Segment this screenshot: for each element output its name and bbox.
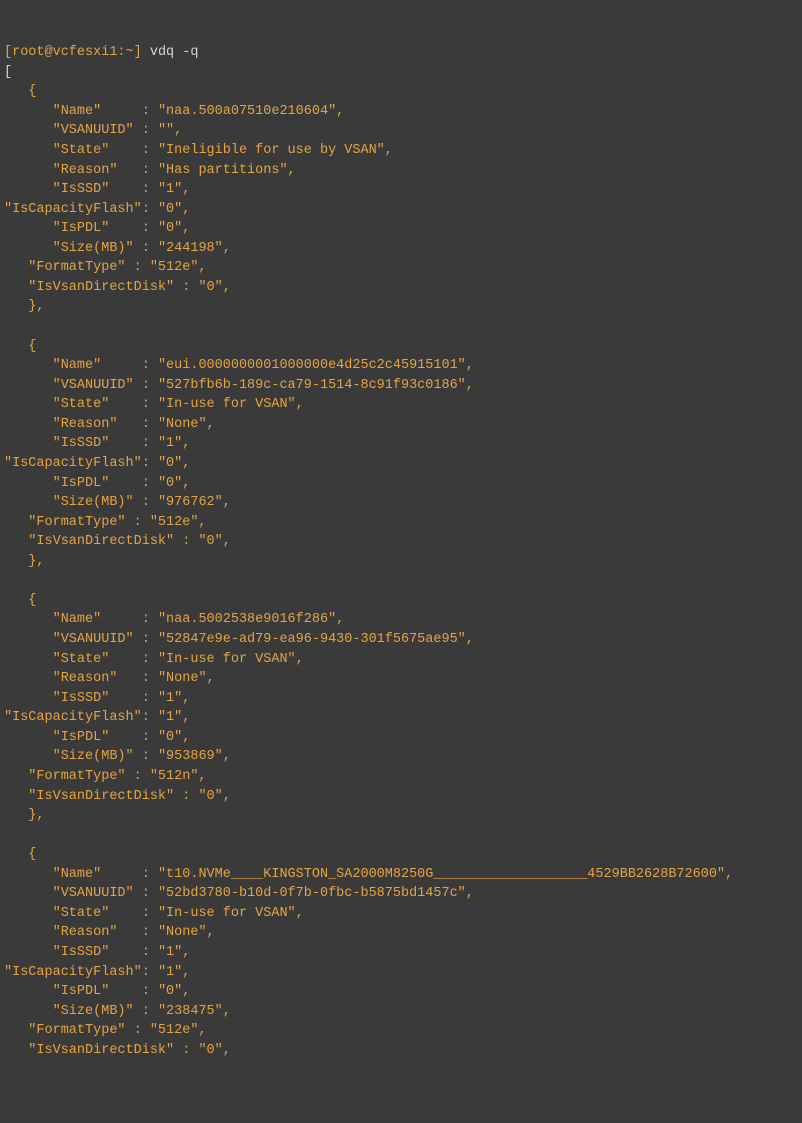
field-label-formattype: "FormatType" : xyxy=(4,769,150,784)
entry-open: { xyxy=(4,339,36,354)
field-label-name: "Name" : xyxy=(4,867,158,882)
field-value-formattype: "512e", xyxy=(150,515,207,530)
field-label-sizemb: "Size(MB)" : xyxy=(4,749,158,764)
field-value-sizemb: "244198", xyxy=(158,241,231,256)
field-value-state: "Ineligible for use by VSAN", xyxy=(158,143,393,158)
field-label-formattype: "FormatType" : xyxy=(4,260,150,275)
field-value-sizemb: "953869", xyxy=(158,749,231,764)
field-value-reason: "Has partitions", xyxy=(158,163,296,178)
shell-prompt: [root@vcfesxi1:~] xyxy=(4,45,142,60)
field-label-formattype: "FormatType" : xyxy=(4,515,150,530)
field-label-sizemb: "Size(MB)" : xyxy=(4,495,158,510)
field-label-isssd: "IsSSD" : xyxy=(4,436,158,451)
field-label-reason: "Reason" : xyxy=(4,163,158,178)
field-label-isvsandirect: "IsVsanDirectDisk" : xyxy=(4,534,198,549)
field-value-isssd: "1", xyxy=(158,436,190,451)
field-value-state: "In-use for VSAN", xyxy=(158,906,304,921)
field-value-sizemb: "976762", xyxy=(158,495,231,510)
field-value-ispdl: "0", xyxy=(158,984,190,999)
field-value-name: "naa.5002538e9016f286", xyxy=(158,612,344,627)
field-value-state: "In-use for VSAN", xyxy=(158,652,304,667)
field-value-formattype: "512n", xyxy=(150,769,207,784)
field-label-state: "State" : xyxy=(4,906,158,921)
field-value-name: "naa.500a07510e210604", xyxy=(158,104,344,119)
field-value-name: "t10.NVMe____KINGSTON_SA2000M8250G______… xyxy=(158,867,733,882)
field-value-isvsandirect: "0", xyxy=(198,1043,230,1058)
field-label-iscapflash: "IsCapacityFlash": xyxy=(4,202,158,217)
field-label-name: "Name" : xyxy=(4,358,158,373)
entry-close: }, xyxy=(4,554,45,569)
field-value-ispdl: "0", xyxy=(158,730,190,745)
field-label-ispdl: "IsPDL" : xyxy=(4,221,158,236)
field-value-isvsandirect: "0", xyxy=(198,789,230,804)
field-label-isvsandirect: "IsVsanDirectDisk" : xyxy=(4,1043,198,1058)
field-value-vsanuuid: "52bd3780-b10d-0f7b-0fbc-b5875bd1457c", xyxy=(158,886,474,901)
field-label-ispdl: "IsPDL" : xyxy=(4,984,158,999)
field-value-formattype: "512e", xyxy=(150,260,207,275)
field-value-vsanuuid: "527bfb6b-189c-ca79-1514-8c91f93c0186", xyxy=(158,378,474,393)
field-label-isvsandirect: "IsVsanDirectDisk" : xyxy=(4,789,198,804)
field-value-ispdl: "0", xyxy=(158,476,190,491)
entry-close: }, xyxy=(4,299,45,314)
field-label-vsanuuid: "VSANUUID" : xyxy=(4,632,158,647)
field-value-iscapflash: "1", xyxy=(158,710,190,725)
field-value-iscapflash: "0", xyxy=(158,456,190,471)
field-value-isvsandirect: "0", xyxy=(198,280,230,295)
json-open-bracket: [ xyxy=(4,65,12,80)
field-label-reason: "Reason" : xyxy=(4,671,158,686)
field-label-name: "Name" : xyxy=(4,612,158,627)
field-label-iscapflash: "IsCapacityFlash": xyxy=(4,456,158,471)
field-value-reason: "None", xyxy=(158,671,215,686)
field-label-vsanuuid: "VSANUUID" : xyxy=(4,123,158,138)
field-value-reason: "None", xyxy=(158,925,215,940)
field-label-reason: "Reason" : xyxy=(4,417,158,432)
entry-close: }, xyxy=(4,808,45,823)
shell-command[interactable]: vdq -q xyxy=(150,45,199,60)
field-value-formattype: "512e", xyxy=(150,1023,207,1038)
field-value-isssd: "1", xyxy=(158,945,190,960)
field-label-vsanuuid: "VSANUUID" : xyxy=(4,378,158,393)
field-label-vsanuuid: "VSANUUID" : xyxy=(4,886,158,901)
field-label-reason: "Reason" : xyxy=(4,925,158,940)
field-value-vsanuuid: "52847e9e-ad79-ea96-9430-301f5675ae95", xyxy=(158,632,474,647)
field-value-sizemb: "238475", xyxy=(158,1004,231,1019)
entry-open: { xyxy=(4,593,36,608)
field-label-sizemb: "Size(MB)" : xyxy=(4,1004,158,1019)
field-label-sizemb: "Size(MB)" : xyxy=(4,241,158,256)
field-label-state: "State" : xyxy=(4,143,158,158)
field-value-isssd: "1", xyxy=(158,182,190,197)
field-label-isssd: "IsSSD" : xyxy=(4,182,158,197)
field-value-reason: "None", xyxy=(158,417,215,432)
field-value-name: "eui.0000000001000000e4d25c2c45915101", xyxy=(158,358,474,373)
field-value-ispdl: "0", xyxy=(158,221,190,236)
field-value-isvsandirect: "0", xyxy=(198,534,230,549)
terminal-output: [root@vcfesxi1:~] vdq -q [ { "Name" : "n… xyxy=(4,43,798,1060)
field-label-isssd: "IsSSD" : xyxy=(4,691,158,706)
field-value-isssd: "1", xyxy=(158,691,190,706)
field-label-state: "State" : xyxy=(4,652,158,667)
entry-open: { xyxy=(4,847,36,862)
field-value-vsanuuid: "", xyxy=(158,123,182,138)
field-value-iscapflash: "1", xyxy=(158,965,190,980)
field-label-isssd: "IsSSD" : xyxy=(4,945,158,960)
field-label-iscapflash: "IsCapacityFlash": xyxy=(4,710,158,725)
field-label-name: "Name" : xyxy=(4,104,158,119)
field-label-ispdl: "IsPDL" : xyxy=(4,730,158,745)
field-label-state: "State" : xyxy=(4,397,158,412)
entry-open: { xyxy=(4,84,36,99)
field-value-iscapflash: "0", xyxy=(158,202,190,217)
field-label-formattype: "FormatType" : xyxy=(4,1023,150,1038)
field-value-state: "In-use for VSAN", xyxy=(158,397,304,412)
field-label-isvsandirect: "IsVsanDirectDisk" : xyxy=(4,280,198,295)
field-label-ispdl: "IsPDL" : xyxy=(4,476,158,491)
field-label-iscapflash: "IsCapacityFlash": xyxy=(4,965,158,980)
